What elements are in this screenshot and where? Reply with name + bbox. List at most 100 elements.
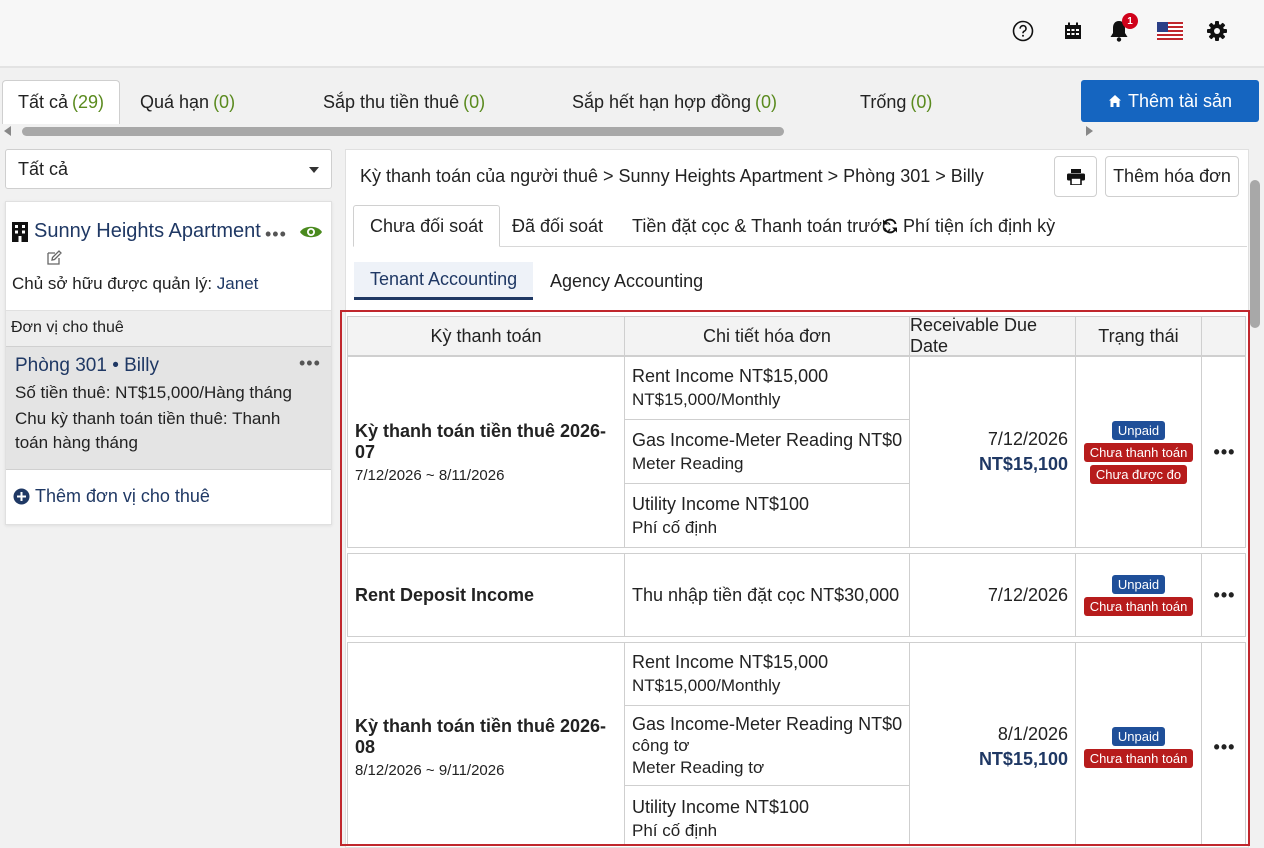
period-title: Kỳ thanh toán tiền thuê 2026-07: [355, 420, 607, 462]
status-badge: Chưa được đo: [1089, 464, 1188, 484]
tab-lease-expiring[interactable]: Sắp hết hạn hợp đồng (0): [572, 80, 777, 124]
owner-name[interactable]: Janet: [217, 274, 259, 293]
detail-line: Gas Income-Meter Reading NT$0: [632, 713, 903, 734]
due-date-cell: 8/1/2026 NT$15,100: [910, 643, 1076, 844]
refresh-icon: [883, 218, 897, 234]
due-date: 7/12/2026: [987, 584, 1068, 605]
eye-icon[interactable]: [299, 224, 323, 245]
help-icon[interactable]: [1011, 19, 1035, 43]
tab-unreconciled[interactable]: Chưa đối soát: [353, 205, 501, 247]
tab-agency-accounting[interactable]: Agency Accounting: [550, 262, 703, 300]
tab-count: (0): [910, 91, 933, 112]
tab-label: Sắp thu tiền thuê: [323, 91, 460, 112]
scroll-left-arrow-icon[interactable]: [4, 126, 11, 136]
more-options-icon[interactable]: •••: [265, 224, 287, 245]
period-title: Rent Deposit Income: [355, 584, 535, 605]
tab-deposits-prepayments[interactable]: Tiền đặt cọc & Thanh toán trước: [632, 205, 891, 247]
horizontal-scrollbar[interactable]: [0, 124, 1100, 139]
invoice-detail-item: Gas Income-Meter Reading NT$0 công tơ Me…: [625, 706, 909, 786]
tab-all[interactable]: Tất cả (29): [2, 80, 121, 124]
invoice-details-cell: Rent Income NT$15,000 NT$15,000/Monthly …: [625, 643, 910, 844]
printer-icon: [1066, 168, 1085, 185]
building-icon: [12, 221, 28, 242]
tab-overdue[interactable]: Quá hạn (0): [140, 80, 235, 124]
status-badge: Chưa thanh toán: [1083, 442, 1194, 462]
unit-title[interactable]: Phòng 301 • Billy: [15, 355, 159, 377]
rental-units-header: Đơn vị cho thuê: [6, 310, 331, 346]
status-cell: Unpaid Chưa thanh toán Chưa được đo: [1076, 357, 1202, 547]
plus-circle-icon: [13, 488, 30, 505]
property-title-row: Sunny Heights Apartment: [12, 220, 261, 243]
property-filter-select[interactable]: Tất cả: [5, 149, 332, 189]
column-header: Chi tiết hóa đơn: [625, 317, 910, 355]
tab-count: (0): [213, 91, 236, 112]
tab-label: Quá hạn: [140, 91, 210, 112]
add-property-label: Thêm tài sản: [1127, 90, 1233, 111]
property-card: Sunny Heights Apartment ••• Chủ sở hữu đ…: [5, 201, 332, 525]
add-invoice-label: Thêm hóa đơn: [1113, 166, 1231, 186]
invoice-detail-item: Gas Income-Meter Reading NT$0 Meter Read…: [625, 420, 909, 484]
unit-rent: Số tiền thuê: NT$15,000/Hàng tháng: [15, 383, 292, 402]
tab-vacant[interactable]: Trống (0): [860, 80, 932, 124]
property-name[interactable]: Sunny Heights Apartment: [34, 220, 261, 243]
status-badge: Chưa thanh toán: [1083, 596, 1194, 616]
row-more-button[interactable]: •••: [1202, 554, 1247, 636]
invoice-table-highlight: Kỳ thanh toán Chi tiết hóa đơn Receivabl…: [340, 310, 1250, 846]
us-flag-icon[interactable]: [1157, 19, 1183, 43]
due-date-cell: 7/12/2026: [910, 554, 1076, 636]
due-date-cell: 7/12/2026 NT$15,100: [910, 357, 1076, 547]
table-row[interactable]: Kỳ thanh toán tiền thuê 2026-07 7/12/202…: [347, 356, 1246, 548]
invoice-detail-item: Thu nhập tiền đặt cọc NT$30,000: [625, 554, 909, 636]
status-cell: Unpaid Chưa thanh toán: [1076, 554, 1202, 636]
more-options-icon[interactable]: •••: [299, 353, 321, 374]
tab-label: Trống: [860, 91, 907, 112]
rental-unit-item[interactable]: Phòng 301 • Billy ••• Số tiền thuê: NT$1…: [6, 346, 331, 470]
tab-recurring-utility-fees[interactable]: Phí tiện ích định kỳ: [882, 205, 1055, 247]
invoice-details-cell: Thu nhập tiền đặt cọc NT$30,000: [625, 554, 910, 636]
detail-line: Utility Income NT$100: [632, 493, 810, 514]
period-range: 8/12/2026 ~ 9/11/2026: [355, 761, 505, 779]
due-date: 7/12/2026: [987, 429, 1068, 449]
detail-subline: NT$15,000/Monthly: [632, 676, 781, 695]
tab-rent-due-soon[interactable]: Sắp thu tiền thuê (0): [323, 80, 485, 124]
main-tabs: Tất cả (29) Quá hạn (0) Sắp thu tiền thuê(…: [0, 80, 1264, 124]
add-invoice-button[interactable]: Thêm hóa đơn: [1105, 156, 1239, 197]
edit-icon[interactable]: [46, 250, 62, 271]
tab-label: Tất cả: [18, 92, 69, 112]
table-row[interactable]: Kỳ thanh toán tiền thuê 2026-08 8/12/202…: [347, 642, 1247, 844]
invoice-detail-item: Utility Income NT$100 Phí cố định: [625, 786, 909, 844]
calendar-icon[interactable]: [1061, 19, 1085, 43]
due-amount: NT$15,100: [978, 454, 1068, 474]
row-more-button[interactable]: •••: [1202, 357, 1247, 547]
add-rental-unit-button[interactable]: Thêm đơn vị cho thuê: [13, 486, 210, 507]
notification-badge: 1: [1122, 13, 1138, 29]
scrollbar-thumb[interactable]: [22, 127, 784, 136]
tab-label: Sắp hết hạn hợp đồng: [572, 91, 751, 112]
billing-period-cell: Kỳ thanh toán tiền thuê 2026-07 7/12/202…: [348, 357, 625, 547]
chevron-down-icon: [309, 167, 319, 173]
bell-icon[interactable]: 1: [1107, 13, 1138, 43]
add-property-button[interactable]: Thêm tài sản: [1081, 80, 1259, 122]
tab-tenant-accounting[interactable]: Tenant Accounting: [354, 262, 534, 300]
home-icon: [1108, 95, 1121, 107]
status-cell: Unpaid Chưa thanh toán: [1076, 643, 1202, 844]
scroll-right-arrow-icon[interactable]: [1086, 126, 1093, 136]
subtab-label: Phí tiện ích định kỳ: [903, 215, 1056, 236]
subtab-label: Đã đối soát: [512, 215, 604, 236]
add-unit-label: Thêm đơn vị cho thuê: [35, 486, 210, 506]
gear-icon[interactable]: [1205, 19, 1229, 43]
print-button[interactable]: [1054, 156, 1097, 197]
column-header-actions: [1202, 317, 1247, 355]
billing-period-cell: Rent Deposit Income: [348, 554, 625, 636]
row-more-button[interactable]: •••: [1202, 643, 1247, 844]
column-header: Receivable Due Date: [910, 315, 1076, 356]
tab-reconciled[interactable]: Đã đối soát: [512, 205, 603, 247]
vertical-scrollbar[interactable]: [1250, 180, 1260, 328]
managed-owner: Chủ sở hữu được quản lý: Janet: [12, 274, 258, 294]
table-row[interactable]: Rent Deposit Income Thu nhập tiền đặt cọ…: [347, 553, 1246, 637]
status-badge: Unpaid: [1111, 420, 1166, 440]
detail-subline: Meter Reading tơ: [632, 757, 765, 777]
subtab-label: Tiền đặt cọc & Thanh toán trước: [632, 215, 891, 236]
due-amount: NT$15,100: [978, 749, 1068, 769]
invoice-detail-item: Rent Income NT$15,000 NT$15,000/Monthly: [625, 643, 909, 706]
